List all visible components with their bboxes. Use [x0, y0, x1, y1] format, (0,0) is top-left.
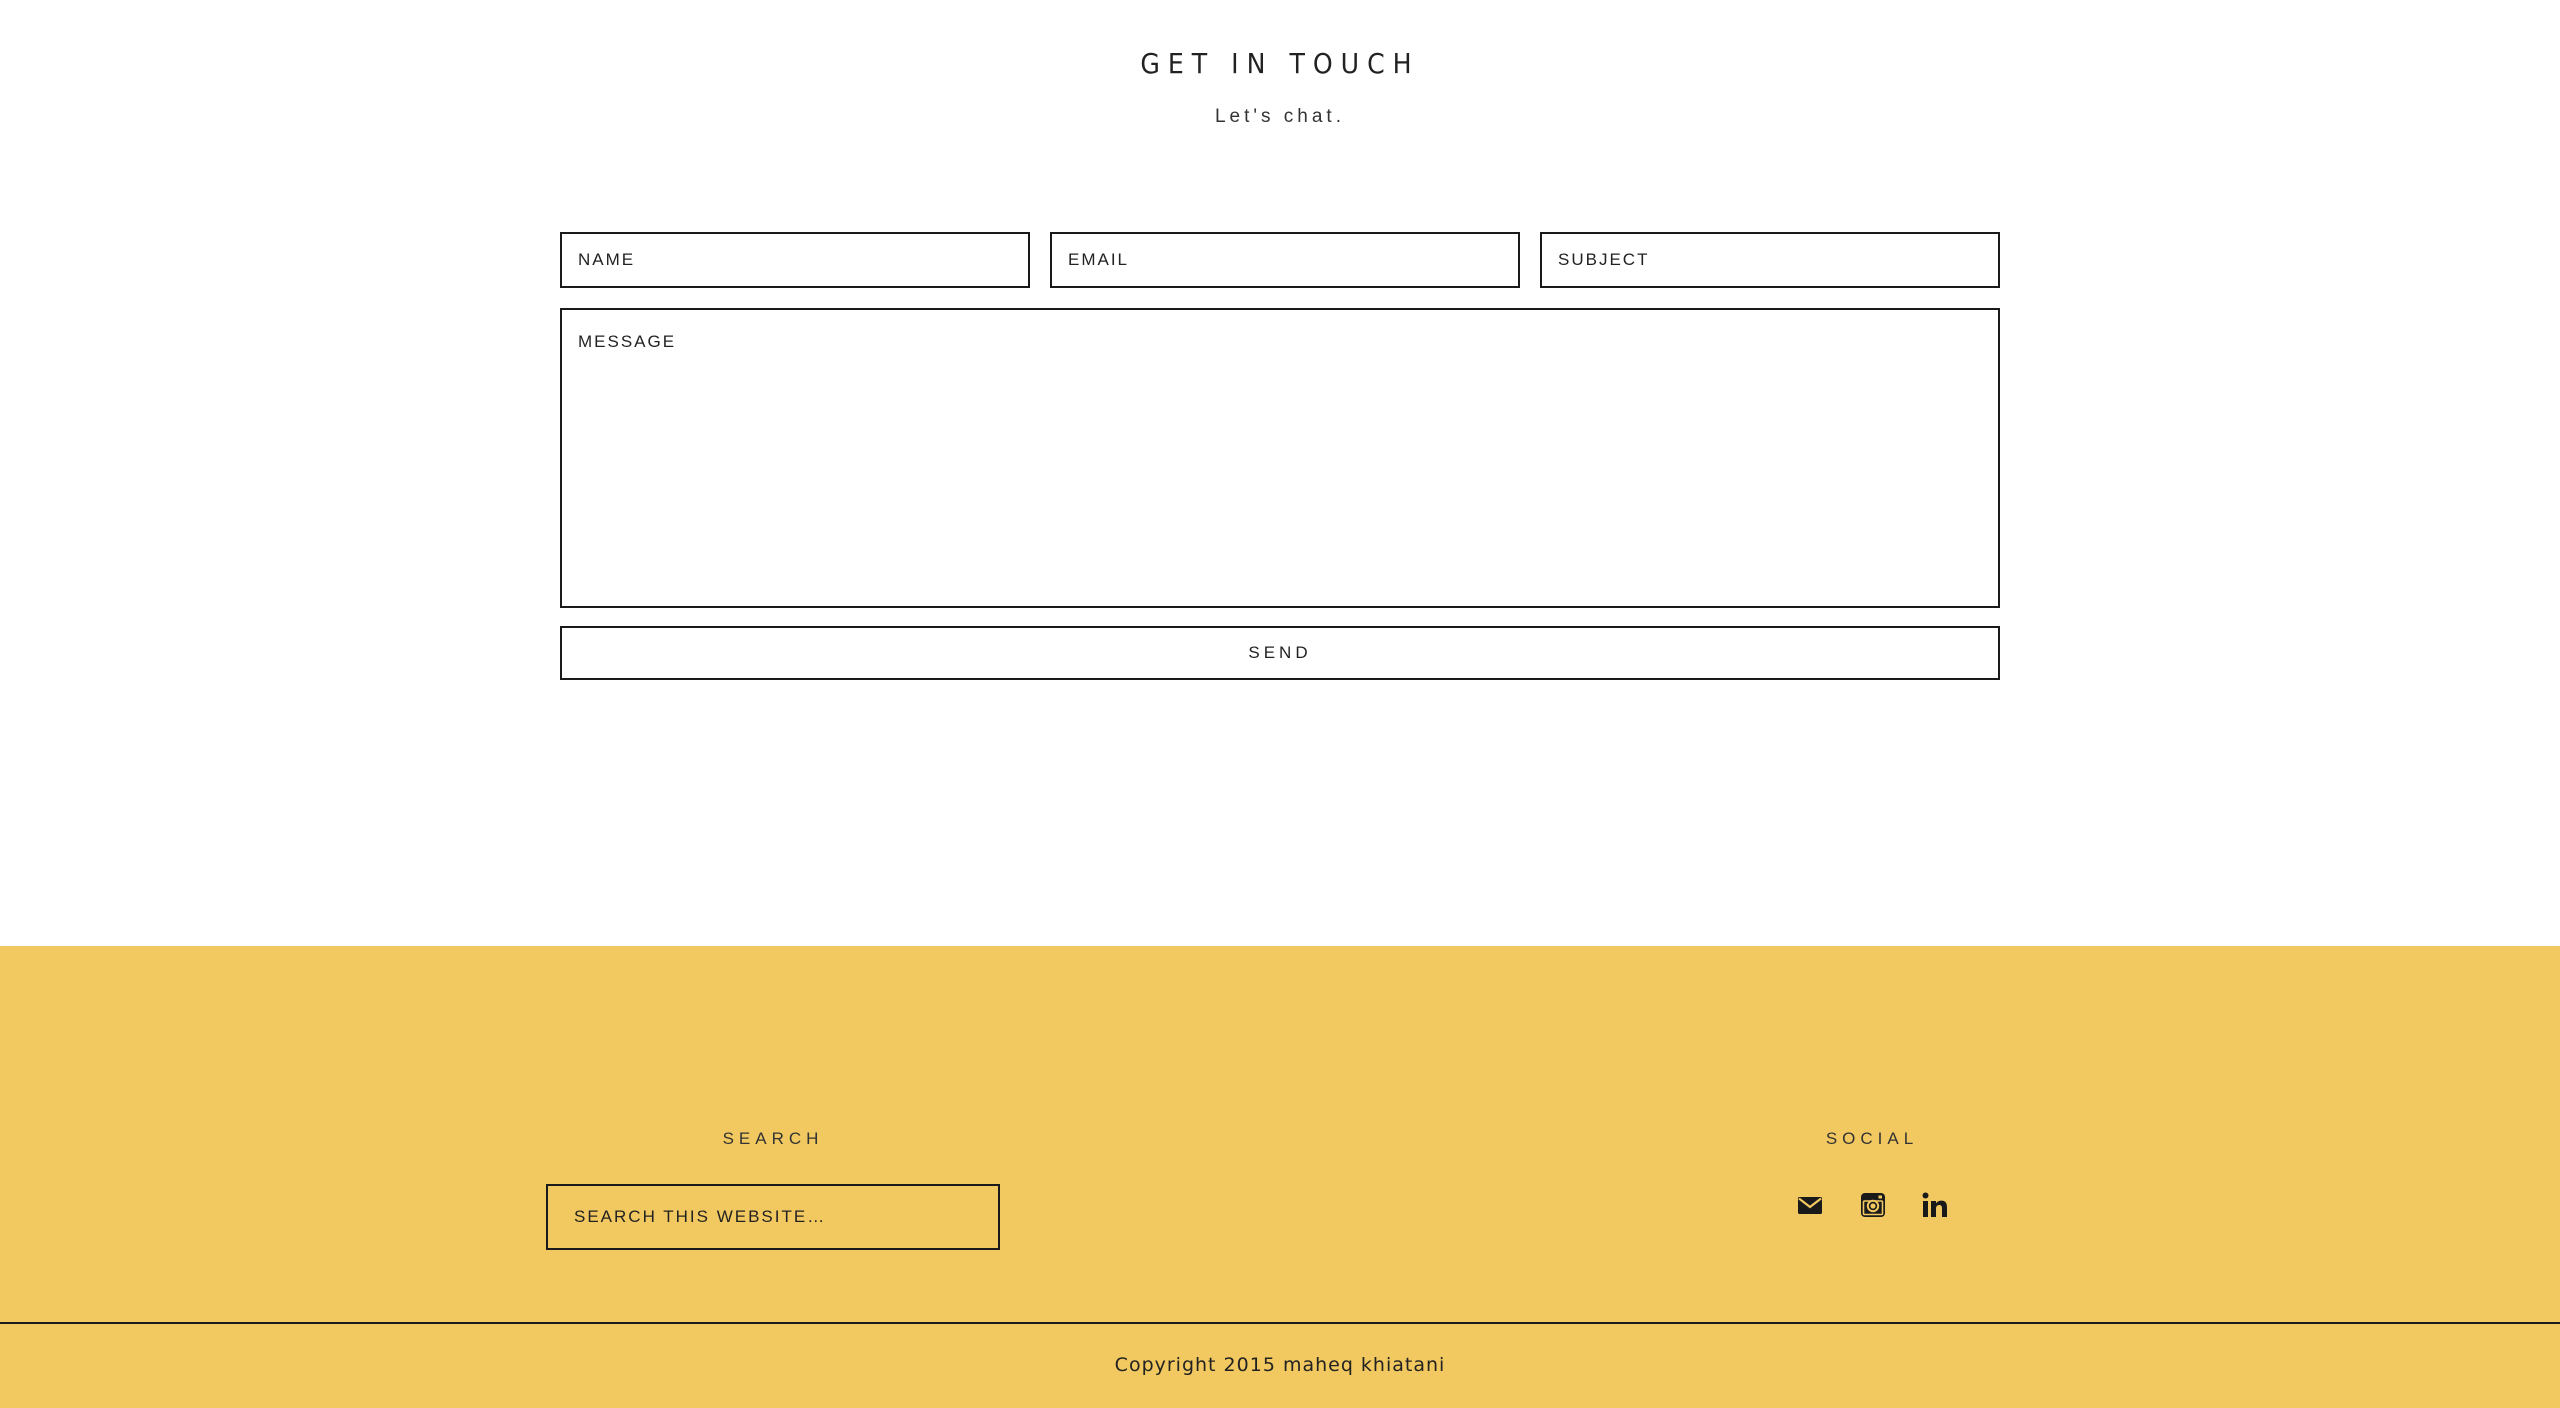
name-input[interactable]	[560, 232, 1030, 288]
email-input[interactable]	[1050, 232, 1520, 288]
subject-input[interactable]	[1540, 232, 2000, 288]
copyright-text: Copyright 2015 maheq khiatani	[1114, 1354, 1446, 1376]
social-widget-title: SOCIAL	[1825, 1129, 1919, 1148]
instagram-icon[interactable]	[1858, 1190, 1888, 1220]
search-input[interactable]	[546, 1184, 1000, 1250]
message-textarea[interactable]	[560, 308, 2000, 608]
search-widget-title: SEARCH	[722, 1129, 824, 1148]
send-button[interactable]: SEND	[560, 626, 2000, 680]
contact-subtitle: Let's chat.	[1214, 106, 1345, 127]
footer-divider	[0, 1322, 2560, 1324]
contact-section: GET IN TOUCH Let's chat. SEND	[0, 0, 2560, 946]
page: GET IN TOUCH Let's chat. SEND SEARCH SOC…	[0, 0, 2560, 1408]
mail-icon[interactable]	[1795, 1190, 1825, 1220]
footer	[0, 946, 2560, 1408]
contact-title: GET IN TOUCH	[1140, 47, 1420, 80]
linkedin-icon[interactable]	[1920, 1190, 1950, 1220]
